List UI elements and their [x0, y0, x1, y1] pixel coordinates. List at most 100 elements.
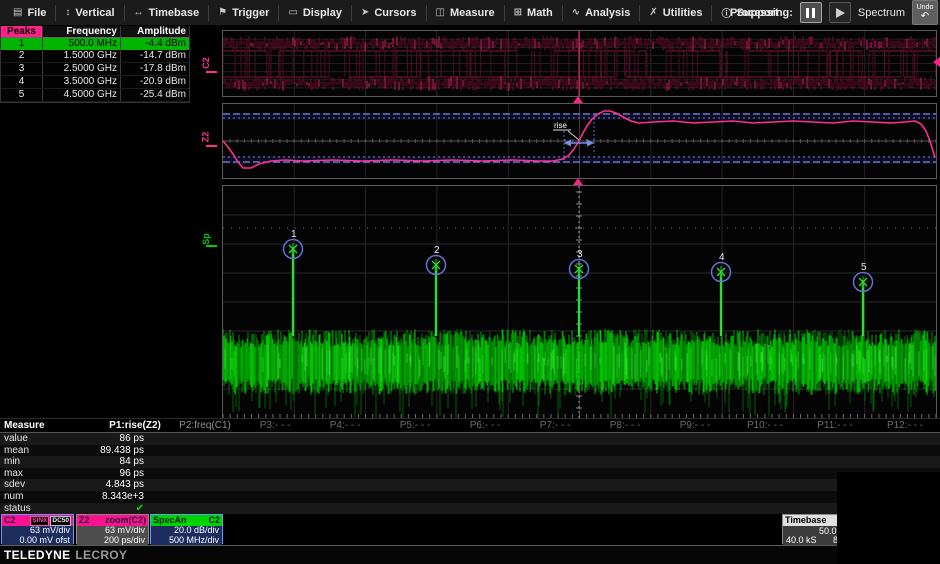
measure-column-header-p10[interactable]: P10:- - - [730, 419, 800, 432]
brand-teledyne: TELEDYNE [4, 548, 70, 562]
z2-trace-level-tick [206, 145, 217, 147]
utilities-icon: ✗ [649, 7, 657, 18]
measure-empty-cell [590, 445, 660, 457]
menu-item-display[interactable]: ▭Display [279, 0, 351, 25]
measure-empty-cell [660, 433, 730, 445]
peaks-table-row[interactable]: 1500.0 MHz-4.4 dBm [1, 38, 189, 50]
menu-item-utilities[interactable]: ✗Utilities [640, 0, 711, 25]
menu-item-analysis[interactable]: ∿Analysis [563, 0, 640, 25]
peaks-table-row[interactable]: 32.5000 GHz-17.8 dBm [1, 63, 189, 76]
measure-column-header-p12[interactable]: P12:- - - [870, 419, 940, 432]
file-icon: ▤ [13, 7, 22, 18]
measure-row-value: value86 ps [0, 433, 940, 445]
measure-p1-mean: 89.438 ps [100, 445, 170, 457]
measure-empty-cell [870, 456, 940, 468]
peaks-table-header: Peaks Frequency Amplitude [1, 26, 189, 38]
menu-item-timebase[interactable]: ↔Timebase [125, 0, 209, 25]
play-icon [836, 8, 845, 18]
measure-empty-cell [450, 456, 520, 468]
math-icon: ⊞ [514, 7, 522, 18]
menu-item-label: Analysis [585, 7, 630, 19]
measure-row-num: num8.343e+3 [0, 491, 940, 503]
measure-empty-cell [450, 445, 520, 457]
menu-item-file[interactable]: ▤File [4, 0, 55, 25]
measure-empty-cell [590, 491, 660, 503]
measure-empty-cell [730, 479, 800, 491]
measure-column-header-p3[interactable]: P3:- - - [240, 419, 310, 432]
measure-empty-cell [310, 468, 380, 480]
measure-empty-cell [520, 456, 590, 468]
z2-trace-label: Z2 [200, 132, 210, 143]
menu-item-cursors[interactable]: ➤Cursors [352, 0, 426, 25]
measure-empty-cell [450, 503, 520, 515]
measure-p1-max: 96 ps [100, 468, 170, 480]
measure-empty-cell [660, 468, 730, 480]
trigger-time-marker-top[interactable] [573, 96, 583, 103]
undo-button[interactable]: Undo ↶ [912, 0, 938, 25]
menu-item-vertical[interactable]: ↕Vertical [56, 0, 123, 25]
measure-column-header-p5[interactable]: P5:- - - [380, 419, 450, 432]
measure-empty-cell [170, 468, 240, 480]
measure-empty-cell [310, 491, 380, 503]
measure-table: Measure P1:rise(Z2)P2:freq(C1)P3:- - -P4… [0, 418, 940, 514]
trigger-level-marker[interactable] [933, 57, 940, 67]
peaks-table-row[interactable]: 54.5000 GHz-25.4 dBm [1, 89, 189, 102]
display-icon: ▭ [288, 7, 297, 18]
measure-empty-cell [450, 479, 520, 491]
measure-row-status: status✔ [0, 503, 940, 515]
peak-marker-number: 2 [434, 245, 440, 256]
measure-empty-cell [380, 479, 450, 491]
peaks-table-row[interactable]: 21.5000 GHz-14.7 dBm [1, 50, 189, 63]
measure-empty-cell [730, 503, 800, 515]
measure-p1-min: 84 ps [100, 456, 170, 468]
measure-row-label: num [0, 491, 100, 503]
measure-row-label: status [0, 503, 100, 515]
measure-column-header-p1[interactable]: P1:rise(Z2) [100, 419, 170, 432]
peak-frequency-cell: 4.5000 GHz [43, 89, 121, 101]
menu-item-measure[interactable]: ◫Measure [427, 0, 504, 25]
z2-zoom-descriptor[interactable]: Z2 zoom(C2) 63 mV/div 200 ps/div [76, 514, 149, 544]
specan-descriptor[interactable]: SpecAn C2 20.0 dB/div 500 MHz/div [150, 514, 223, 544]
measure-column-header-p8[interactable]: P8:- - - [590, 419, 660, 432]
peaks-table: Peaks Frequency Amplitude 1500.0 MHz-4.4… [0, 26, 190, 103]
measure-row-label: sdev [0, 479, 100, 491]
menu-item-trigger[interactable]: ⚑Trigger [209, 0, 278, 25]
measure-column-header-p11[interactable]: P11:- - - [800, 419, 870, 432]
measure-column-header-p9[interactable]: P9:- - - [660, 419, 730, 432]
measure-column-header-p6[interactable]: P6:- - - [450, 419, 520, 432]
measure-empty-cell [450, 468, 520, 480]
menu-item-list: ▤File↕Vertical↔Timebase⚑Trigger▭Display➤… [0, 0, 788, 25]
menu-item-label: Cursors [374, 7, 416, 19]
measure-empty-cell [310, 433, 380, 445]
measure-column-header-p2[interactable]: P2:freq(C1) [170, 419, 240, 432]
measure-empty-cell [730, 491, 800, 503]
measure-p1-value: 86 ps [100, 433, 170, 445]
measure-empty-cell [590, 503, 660, 515]
measure-empty-cell [660, 445, 730, 457]
measure-column-header-p4[interactable]: P4:- - - [310, 419, 380, 432]
trigger-icon: ⚑ [218, 7, 227, 18]
measure-empty-cell [520, 433, 590, 445]
measure-column-header-p7[interactable]: P7:- - - [520, 419, 590, 432]
measure-empty-cell [800, 433, 870, 445]
play-button[interactable] [829, 2, 851, 23]
measure-empty-cell [240, 503, 310, 515]
peak-frequency-cell: 3.5000 GHz [43, 76, 121, 88]
vertical-icon: ↕ [65, 7, 70, 18]
measure-empty-cell [380, 433, 450, 445]
measure-row-max: max96 ps [0, 468, 940, 480]
measure-empty-cell [660, 503, 730, 515]
pause-button[interactable] [800, 2, 822, 23]
measure-empty-cell [870, 445, 940, 457]
spectrum-waveform-grid: 12345 [222, 185, 937, 419]
processing-label: Processing: [730, 7, 793, 19]
menu-item-math[interactable]: ⊞Math [505, 0, 562, 25]
c2-channel-descriptor[interactable]: C2 SINX DC50 63 mV/div 0.00 mV ofst [1, 514, 74, 544]
trigger-time-marker-bottom[interactable] [573, 178, 583, 185]
measure-empty-cell [170, 491, 240, 503]
z2-descriptor-channel: Z2 [79, 515, 90, 526]
peaks-table-row[interactable]: 43.5000 GHz-20.9 dBm [1, 76, 189, 89]
sinx-badge: SINX [30, 516, 49, 526]
measure-empty-cell [380, 445, 450, 457]
timebase-icon: ↔ [134, 7, 144, 18]
